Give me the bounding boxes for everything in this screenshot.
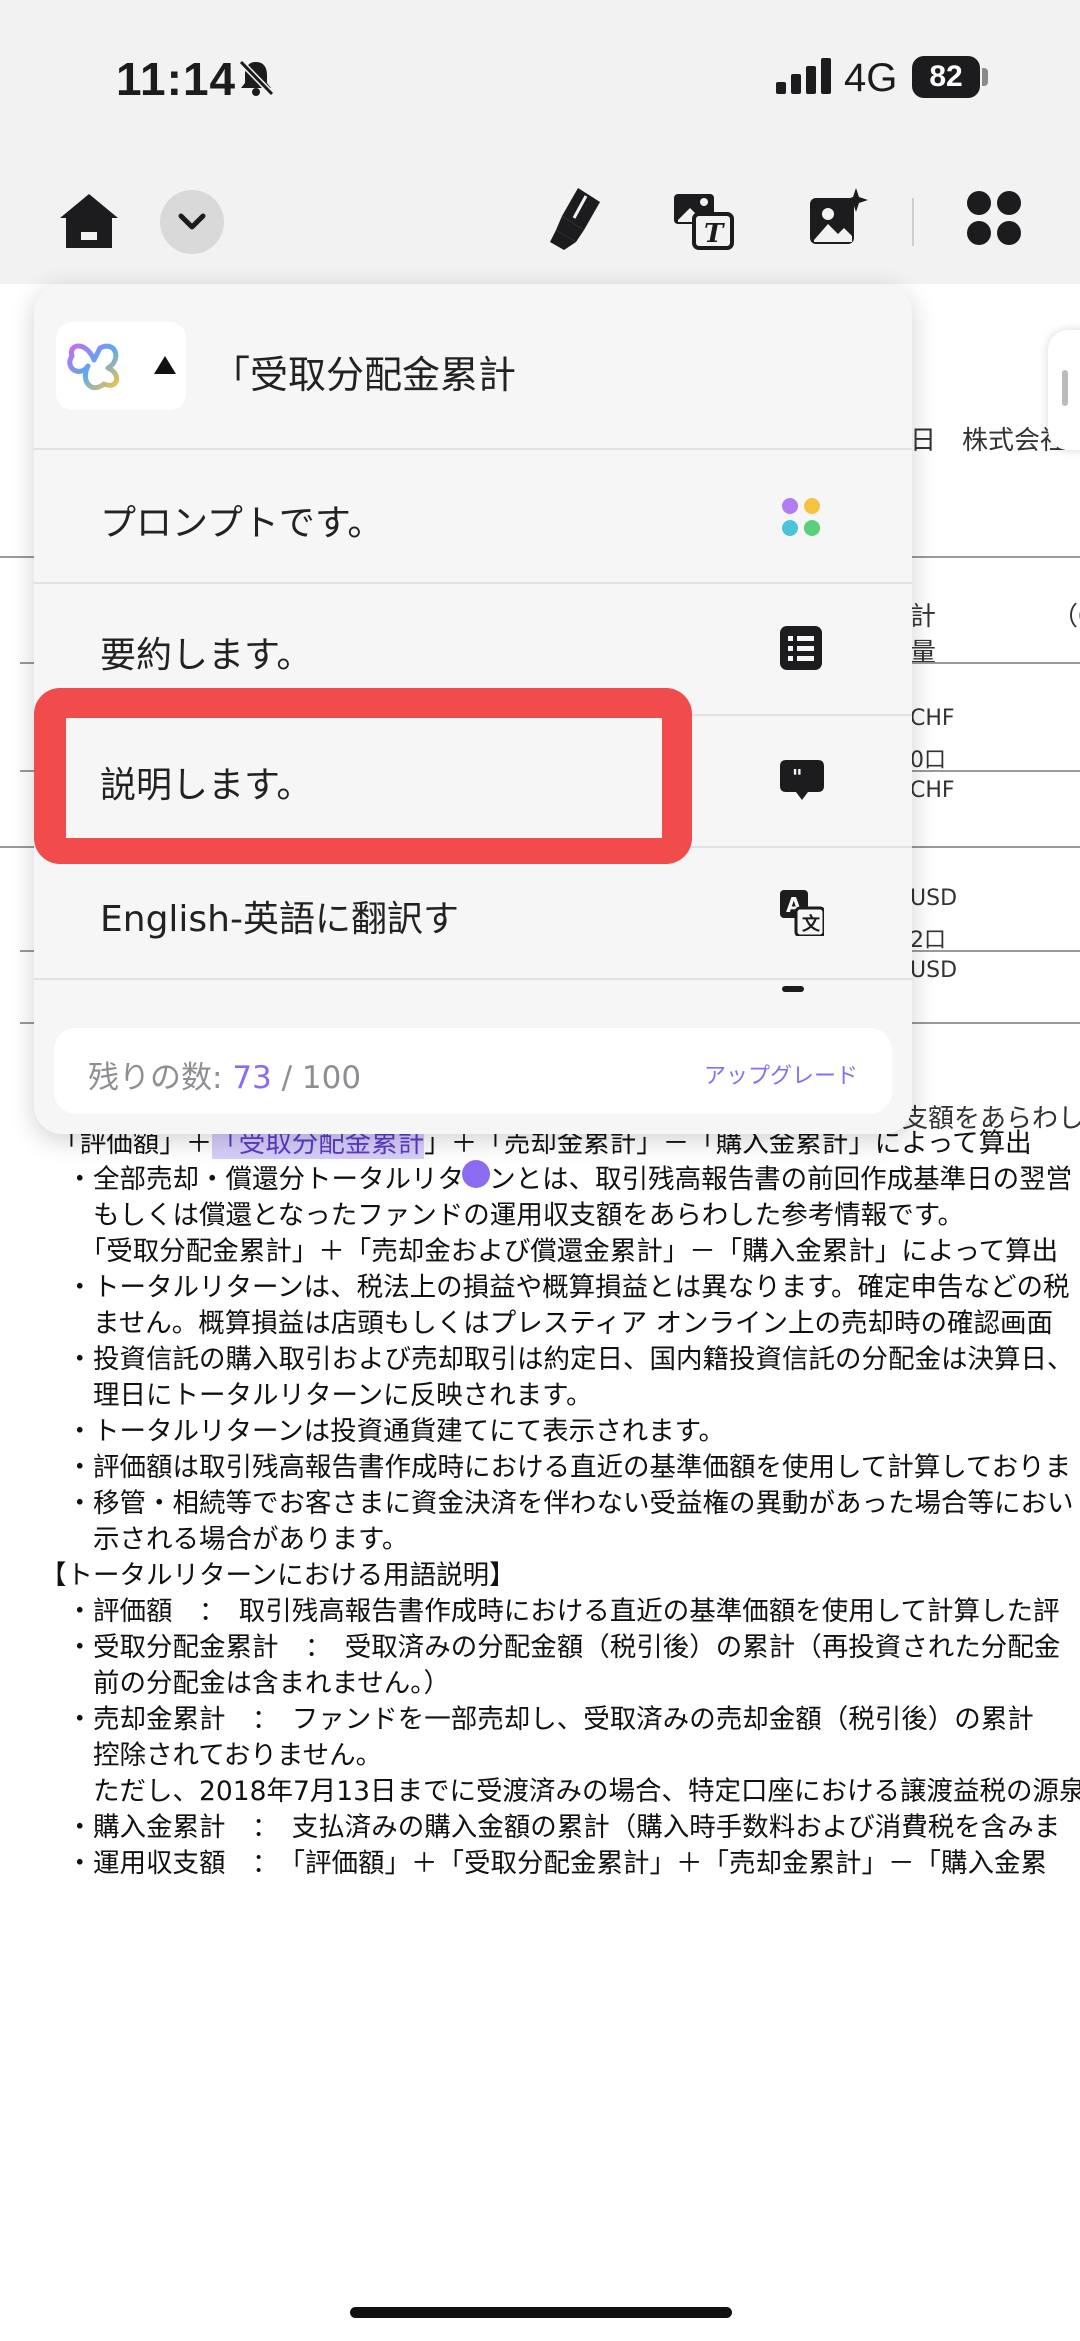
text-line: ません。概算損益は店頭もしくはプレスティア オンライン上の売却時の確認画面 — [40, 1308, 1054, 1339]
cellular-signal-icon — [776, 58, 831, 94]
text-line: ただし、2018年7月13日までに受渡済みの場合、特定口座における譲渡益税の源泉 — [40, 1776, 1080, 1807]
menu-item-label[interactable]: 説明します。 — [100, 756, 312, 808]
status-bar: 11:14 4G 82 — [0, 0, 1080, 160]
text-line: ・受取分配金累計 ： 受取済みの分配金額（税引後）の累計（再投資された分配金 — [40, 1632, 1061, 1663]
text-line: ・全部売却・償還分トータルリターンとは、取引残高報告書の前回作成基準日の翌営 — [40, 1164, 1073, 1195]
ai-image-icon[interactable] — [806, 186, 870, 250]
popup-header: 「受取分配金累計 — [34, 284, 912, 450]
doc-fragment: （C — [1052, 602, 1080, 632]
collapse-button[interactable] — [160, 190, 224, 254]
text-line: 「受取分配金累計」＋「売却金および償還金累計」－「購入金累計」によって算出 — [40, 1236, 1059, 1267]
network-type: 4G — [844, 56, 898, 100]
menu-item-label: 要約します。 — [100, 635, 313, 676]
colored-dots-icon — [782, 498, 820, 536]
section-heading: 【トータルリターンにおける用語説明】 — [40, 1560, 516, 1591]
text-line: ・トータルリターンは、税法上の損益や概算損益とは異なります。確定申告などの税 — [40, 1272, 1070, 1303]
menu-item-prompt[interactable]: プロンプトです。 — [34, 450, 912, 584]
svg-text:T: T — [704, 219, 725, 249]
doc-fragment: CHF — [910, 706, 955, 731]
text-line: 前の分配金は含まれません。） — [40, 1668, 450, 1699]
status-time: 11:14 — [116, 53, 237, 105]
text-line: ・トータルリターンは投資通貨建てにて表示されます。 — [40, 1416, 726, 1447]
selection-handle[interactable] — [462, 1160, 490, 1188]
text-line: ・運用収支額 ： 「評価額」＋「受取分配金累計」＋「売却金累計」－「購入金累 — [40, 1848, 1047, 1879]
text-line: ・投資信託の購入取引および売却取引は約定日、国内籍投資信託の分配金は決算日、 — [40, 1344, 1074, 1375]
doc-fragment: USD — [910, 886, 958, 911]
side-panel-grip — [1062, 370, 1068, 406]
text-line: もしくは償還となったファンドの運用収支額をあらわした参考情報です。 — [40, 1200, 965, 1231]
more-item-icon — [782, 986, 804, 992]
doc-fragment: 日 株式会社 — [910, 426, 1067, 456]
home-indicator[interactable] — [350, 2307, 732, 2318]
text-line: ・売却金累計 ： ファンドを一部売却し、受取済みの売却金額（税引後）の累計 — [40, 1704, 1034, 1735]
battery-nub — [982, 68, 988, 86]
doc-fragment: CHF — [910, 778, 955, 803]
text-line: 示される場合があります。 — [40, 1524, 409, 1555]
text-line: ・移管・相続等でお客さまに資金決済を伴わない受益権の異動があった場合等におい — [40, 1488, 1074, 1519]
translate-image-icon[interactable]: T — [672, 188, 734, 250]
list-icon — [780, 626, 822, 670]
text-line: ・評価額 ： 取引残高報告書作成時における直近の基準価額を使用して計算した評 — [40, 1596, 1060, 1627]
text-line: ・評価額は取引残高報告書作成時における直近の基準価額を使用して計算しておりま — [40, 1452, 1072, 1483]
menu-item-label: English-英語に翻訳す — [100, 899, 459, 940]
doc-fragment: 計 — [910, 602, 937, 632]
battery-level: 82 — [912, 56, 980, 98]
text-line: ・購入金累計 ： 支払済みの購入金額の累計（購入時手数料および消費税を含みま — [40, 1812, 1061, 1843]
highlighter-icon[interactable] — [548, 186, 602, 252]
upgrade-link[interactable]: アップグレード — [704, 1058, 858, 1090]
text-line: 理日にトータルリターンに反映されます。 — [40, 1380, 593, 1411]
bell-muted-icon — [238, 59, 275, 97]
menu-item-translate-english[interactable]: English-英語に翻訳す A 文 — [34, 846, 912, 980]
document-body-text: . 「評価額」＋「受取分配金累計」＋「売却金累計」－「購入金累計」によって算出 … — [40, 1090, 1080, 1882]
caret-up-icon[interactable] — [154, 356, 176, 374]
top-toolbar: T — [0, 160, 1080, 285]
apps-grid-icon[interactable] — [966, 190, 1022, 246]
text-line: 控除されておりません。 — [40, 1740, 383, 1771]
doc-fragment: USD — [910, 958, 958, 983]
selected-text-preview: 「受取分配金累計 — [212, 353, 517, 397]
svg-text:": " — [792, 765, 802, 789]
clover-logo-icon — [67, 343, 120, 391]
menu-item-label: プロンプトです。 — [100, 503, 384, 544]
translate-icon: A 文 — [780, 890, 824, 936]
quota-bar: 残りの数: 73 / 100 アップグレード — [54, 1028, 892, 1114]
chevron-down-icon — [178, 213, 206, 230]
home-icon[interactable] — [58, 192, 120, 250]
svg-text:文: 文 — [802, 913, 821, 935]
remaining-count: 残りの数: 73 / 100 — [88, 1060, 362, 1096]
annotation-highlight-inner: 説明します。 — [66, 718, 662, 838]
explain-bubble-icon: " — [780, 760, 824, 800]
toolbar-separator — [912, 198, 914, 246]
